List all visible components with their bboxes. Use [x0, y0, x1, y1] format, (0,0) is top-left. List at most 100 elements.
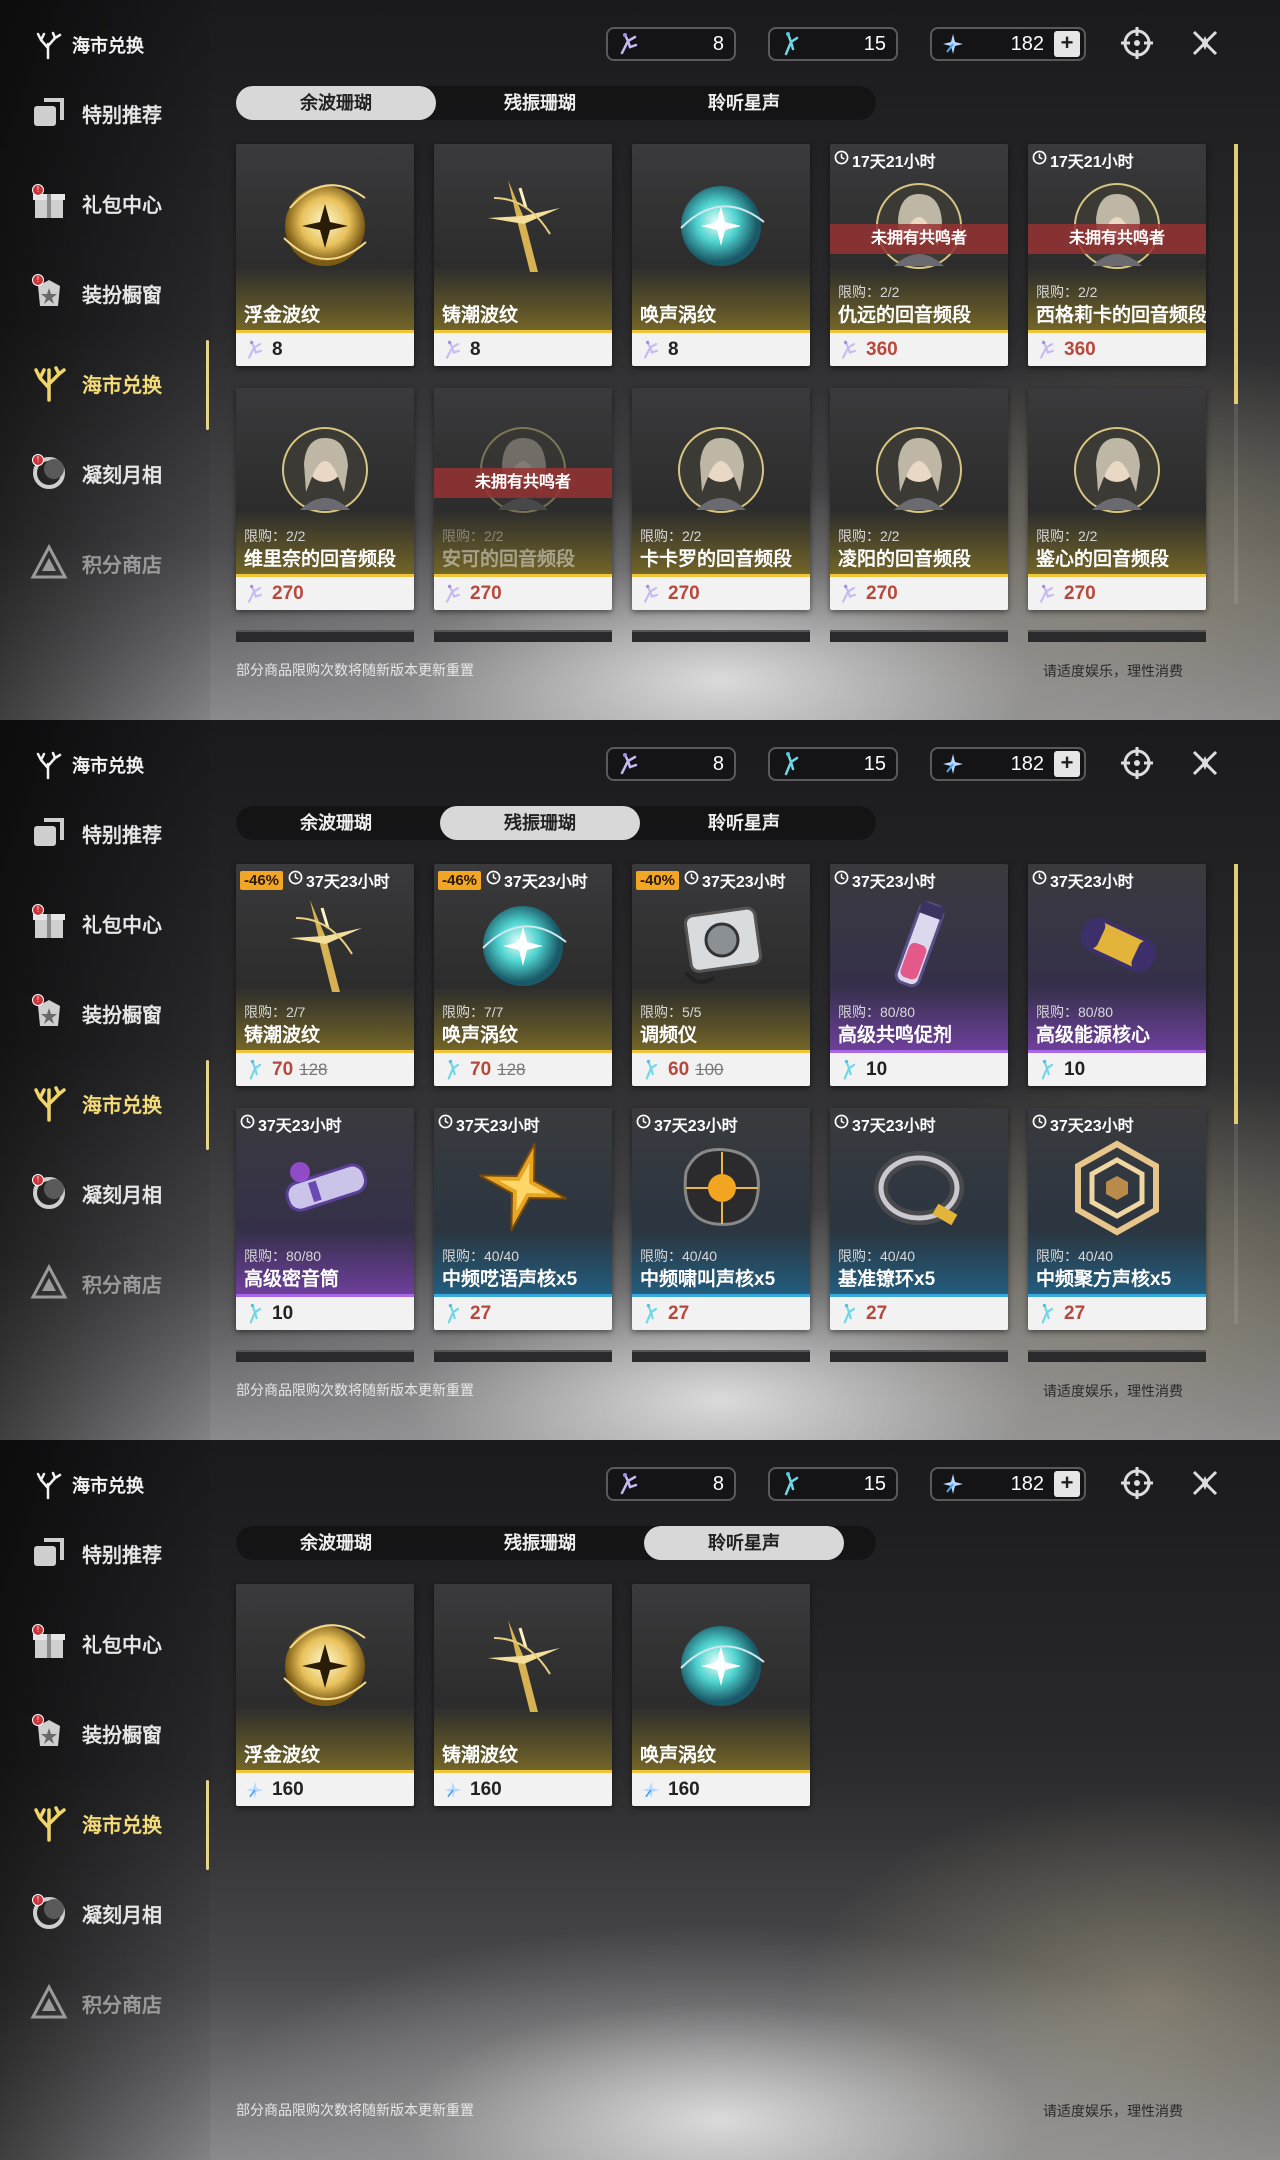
sidebar-item-1[interactable]: ! 礼包中心: [28, 1619, 162, 1667]
sidebar-item-1[interactable]: ! 礼包中心: [28, 899, 162, 947]
shop-item-card[interactable]: 铸潮波纹 8: [434, 144, 612, 366]
shop-item-card[interactable]: 37天23小时 限购：40/40 中频聚方声核x5 27: [1028, 1108, 1206, 1330]
sidebar-item-0[interactable]: 特别推荐: [28, 89, 162, 137]
shop-item-card[interactable]: 限购：2/2 鉴心的回音频段 270: [1028, 388, 1206, 610]
sidebar-item-0[interactable]: 特别推荐: [28, 1529, 162, 1577]
sidebar-item-4[interactable]: ! 凝刻月相: [28, 1889, 162, 1937]
clock-icon: [834, 1114, 849, 1134]
sidebar-item-3[interactable]: 海市兑换: [28, 1799, 162, 1847]
item-gold-orb-image: [270, 168, 380, 278]
add-currency-button[interactable]: +: [1054, 751, 1080, 777]
shop-item-card[interactable]: -46% 37天23小时 限购：7/7 唤声涡纹 70 128: [434, 864, 612, 1086]
next-row-card-edge: [632, 630, 810, 642]
shop-item-card[interactable]: 17天21小时 未拥有共鸣者 限购：2/2 西格莉卡的回音频段 360: [1028, 144, 1206, 366]
tab-2[interactable]: 聆听星声: [644, 1526, 844, 1560]
sidebar-item-4[interactable]: ! 凝刻月相: [28, 1169, 162, 1217]
sidebar: 海市兑换 特别推荐 ! 礼包中心 ! 装扮橱窗 海市兑换 ! 凝刻月相 积分商店: [0, 720, 210, 1440]
sidebar-item-2[interactable]: ! 装扮橱窗: [28, 1709, 162, 1757]
shop-item-card[interactable]: 铸潮波纹 160: [434, 1584, 612, 1806]
tab-1[interactable]: 残振珊瑚: [440, 806, 640, 840]
shop-item-card[interactable]: 37天23小时 限购：40/40 中频啸叫声核x5 27: [632, 1108, 810, 1330]
close-icon[interactable]: [1186, 1464, 1224, 1502]
sidebar-item-label: 凝刻月相: [82, 1184, 162, 1207]
item-price: 8: [236, 333, 414, 366]
shop-item-card[interactable]: 限购：2/2 卡卡罗的回音频段 270: [632, 388, 810, 610]
tab-2[interactable]: 聆听星声: [644, 86, 844, 120]
sidebar-item-4[interactable]: ! 凝刻月相: [28, 449, 162, 497]
shop-item-card[interactable]: 浮金波纹 160: [236, 1584, 414, 1806]
tab-2[interactable]: 聆听星声: [644, 806, 844, 840]
shop-item-card[interactable]: 17天21小时 未拥有共鸣者 限购：2/2 仇远的回音频段 360: [830, 144, 1008, 366]
item-portrait-image: [468, 412, 578, 522]
shop-item-card[interactable]: -40% 37天23小时 限购：5/5 调频仪 60 100: [632, 864, 810, 1086]
shop-logo: 海市兑换: [32, 30, 144, 60]
moon-icon: !: [28, 1172, 70, 1214]
sidebar-item-label: 凝刻月相: [82, 1904, 162, 1927]
item-hex-core-image: [1062, 1132, 1172, 1242]
add-currency-button[interactable]: +: [1054, 31, 1080, 57]
tab-bar: 余波珊瑚 残振珊瑚 聆听星声: [236, 806, 876, 840]
crosshair-icon[interactable]: [1118, 1464, 1156, 1502]
sidebar-item-5[interactable]: 积分商店: [28, 1259, 162, 1307]
shop-item-card[interactable]: 唤声涡纹 160: [632, 1584, 810, 1806]
purchase-limit: 限购：40/40: [442, 1248, 520, 1264]
tab-1[interactable]: 残振珊瑚: [440, 86, 640, 120]
item-name: 维里奈的回音频段: [244, 549, 397, 570]
shop-item-card[interactable]: 未拥有共鸣者 限购：2/2 安可的回音频段 270: [434, 388, 612, 610]
item-capsule-image: [1062, 888, 1172, 998]
shop-item-card[interactable]: 37天23小时 限购：40/40 基准镣环x5 27: [830, 1108, 1008, 1330]
sidebar-item-5[interactable]: 积分商店: [28, 539, 162, 587]
tab-1[interactable]: 残振珊瑚: [440, 1526, 640, 1560]
item-price: 8: [632, 333, 810, 366]
purchase-limit: 限购：2/2: [838, 284, 900, 300]
item-name: 安可的回音频段: [442, 549, 576, 570]
sidebar-item-3[interactable]: 海市兑换: [28, 359, 162, 407]
close-icon[interactable]: [1186, 744, 1224, 782]
crosshair-icon[interactable]: [1118, 24, 1156, 62]
scrollbar-thumb[interactable]: [1234, 144, 1238, 404]
oscillated-coral-counter: 15: [768, 27, 898, 61]
shop-item-card[interactable]: 37天23小时 限购：40/40 中频呓语声核x5 27: [434, 1108, 612, 1330]
shop-item-card[interactable]: 唤声涡纹 8: [632, 144, 810, 366]
coral-icon: [28, 362, 70, 404]
shop-item-card[interactable]: 浮金波纹 8: [236, 144, 414, 366]
coral-icon: [28, 1802, 70, 1844]
shop-item-card[interactable]: 37天23小时 限购：80/80 高级共鸣促剂 10: [830, 864, 1008, 1086]
lustrous-price-icon: [244, 1779, 266, 1801]
points-icon: [28, 1262, 70, 1304]
sidebar-item-3[interactable]: 海市兑换: [28, 1079, 162, 1127]
shop-item-card[interactable]: 限购：2/2 维里奈的回音频段 270: [236, 388, 414, 610]
item-portrait-image: [1062, 412, 1172, 522]
shop-item-card[interactable]: 限购：2/2 凌阳的回音频段 270: [830, 388, 1008, 610]
shop-item-card[interactable]: -46% 37天23小时 限购：2/7 铸潮波纹 70 128: [236, 864, 414, 1086]
tab-0[interactable]: 余波珊瑚: [236, 86, 436, 120]
gaming-advisory: 请适度娱乐，理性消费: [1043, 1383, 1183, 1399]
sidebar-item-2[interactable]: ! 装扮橱窗: [28, 989, 162, 1037]
not-owned-banner: 未拥有共鸣者: [830, 224, 1008, 254]
item-cyan-orb-image: [666, 1608, 776, 1718]
card-timer: 17天21小时: [834, 148, 936, 172]
tab-0[interactable]: 余波珊瑚: [236, 806, 436, 840]
add-currency-button[interactable]: +: [1054, 1471, 1080, 1497]
sidebar-item-1[interactable]: ! 礼包中心: [28, 179, 162, 227]
scrollbar-thumb[interactable]: [1234, 864, 1238, 1124]
sidebar-item-5[interactable]: 积分商店: [28, 1979, 162, 2027]
next-row-card-edge: [830, 1350, 1008, 1362]
item-vial-image: [864, 888, 974, 998]
tab-0[interactable]: 余波珊瑚: [236, 1526, 436, 1560]
card-timer: 37天23小时: [636, 1112, 738, 1136]
item-name: 唤声涡纹: [640, 1745, 717, 1766]
next-row-card-edge: [632, 1350, 810, 1362]
shop-item-card[interactable]: 37天23小时 限购：80/80 高级密音筒 10: [236, 1108, 414, 1330]
item-price: 160: [236, 1773, 414, 1806]
sidebar-item-0[interactable]: 特别推荐: [28, 809, 162, 857]
gaming-advisory: 请适度娱乐，理性消费: [1043, 663, 1183, 679]
sidebar-item-2[interactable]: ! 装扮橱窗: [28, 269, 162, 317]
item-tube-image: [270, 1132, 380, 1242]
close-icon[interactable]: [1186, 24, 1224, 62]
item-price: 270: [236, 577, 414, 610]
crosshair-icon[interactable]: [1118, 744, 1156, 782]
shop-item-card[interactable]: 37天23小时 限购：80/80 高级能源核心 10: [1028, 864, 1206, 1086]
sidebar: 海市兑换 特别推荐 ! 礼包中心 ! 装扮橱窗 海市兑换 ! 凝刻月相 积分商店: [0, 0, 210, 720]
item-name: 调频仪: [640, 1025, 698, 1046]
